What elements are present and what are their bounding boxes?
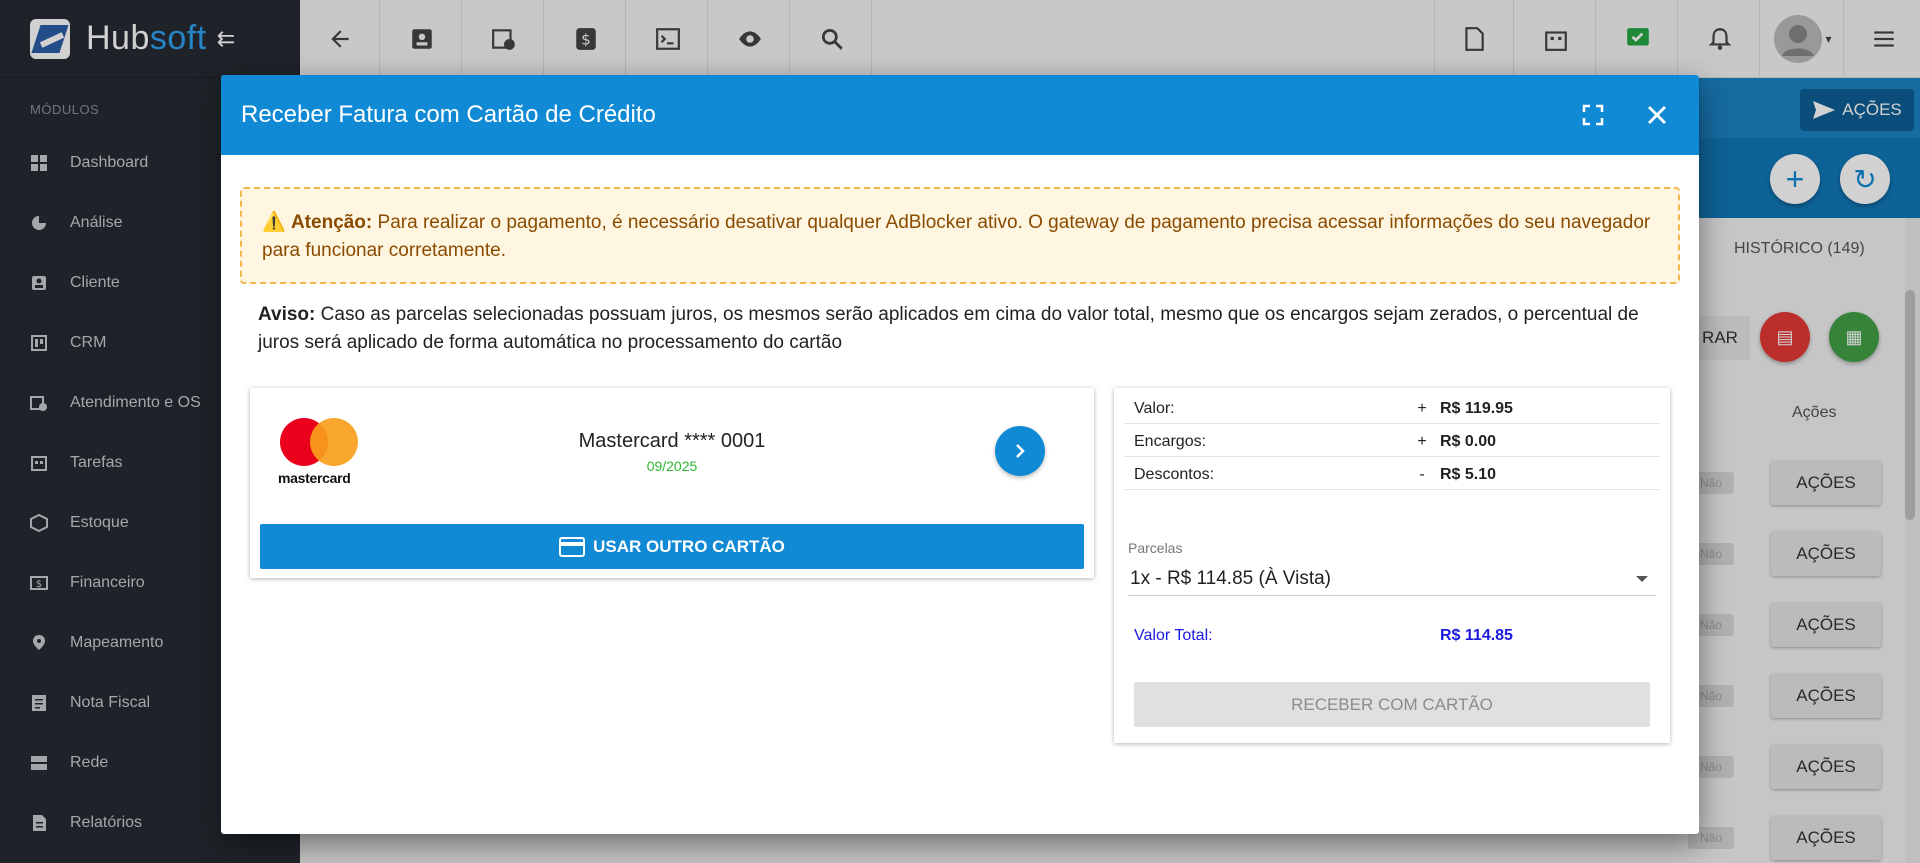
card-expiry: 09/2025: [646, 458, 698, 474]
payment-summary-panel: Valor: + R$ 119.95 Encargos: + R$ 0.00 D…: [1114, 388, 1670, 743]
summary-label: Descontos:: [1134, 466, 1215, 483]
notice-title: Aviso:: [258, 304, 316, 325]
saved-card-panel: mastercard Mastercard **** 0001 09/2025 …: [250, 388, 1094, 578]
notice-text: Caso as parcelas selecionadas possuam ju…: [258, 304, 1639, 353]
credit-card-payment-dialog: Receber Fatura com Cartão de Crédito ⚠️ …: [221, 75, 1699, 834]
dialog-header: Receber Fatura com Cartão de Crédito: [221, 75, 1699, 155]
summary-row-descontos: Descontos: - R$ 5.10: [1124, 457, 1660, 490]
close-icon: [1648, 106, 1666, 124]
installments-select[interactable]: 1x - R$ 114.85 (À Vista): [1128, 560, 1656, 596]
fullscreen-button[interactable]: [1561, 75, 1625, 155]
adblocker-warning: ⚠️ Atenção: Para realizar o pagamento, é…: [240, 187, 1680, 284]
installments-label: Parcelas: [1128, 540, 1183, 556]
credit-card-icon: [559, 536, 586, 557]
mastercard-logo: mastercard: [278, 418, 368, 488]
interest-notice: Aviso: Caso as parcelas selecionadas pos…: [258, 301, 1668, 357]
summary-label: Valor:: [1134, 400, 1175, 417]
use-other-card-label: USAR OUTRO CARTÃO: [593, 536, 785, 556]
installments-value: 1x - R$ 114.85 (À Vista): [1130, 568, 1332, 589]
close-button[interactable]: [1625, 75, 1689, 155]
dialog-title: Receber Fatura com Cartão de Crédito: [241, 101, 656, 128]
warning-icon: ⚠️: [262, 212, 286, 233]
summary-value: R$ 5.10: [1440, 466, 1497, 483]
warning-text: Para realizar o pagamento, é necessário …: [262, 212, 1651, 261]
warning-title: Atenção:: [290, 212, 373, 233]
summary-label: Encargos:: [1134, 433, 1207, 450]
summary-sign: -: [1419, 466, 1425, 483]
summary-sign: +: [1417, 433, 1427, 450]
total-label: Valor Total:: [1134, 627, 1213, 644]
fullscreen-icon: [1582, 104, 1604, 126]
card-number: Mastercard **** 0001: [578, 430, 766, 452]
use-other-card-button[interactable]: USAR OUTRO CARTÃO: [260, 524, 1084, 569]
summary-value: R$ 119.95: [1440, 400, 1513, 417]
next-card-button[interactable]: [995, 426, 1045, 476]
chevron-right-icon: [1016, 444, 1025, 458]
receive-with-card-button[interactable]: RECEBER COM CARTÃO: [1134, 682, 1650, 727]
summary-sign: +: [1417, 400, 1427, 417]
summary-row-encargos: Encargos: + R$ 0.00: [1124, 424, 1660, 457]
summary-value: R$ 0.00: [1440, 433, 1497, 450]
summary-row-valor: Valor: + R$ 119.95: [1124, 391, 1660, 424]
dropdown-arrow-icon: [1636, 576, 1648, 582]
total-value: R$ 114.85: [1440, 627, 1513, 644]
